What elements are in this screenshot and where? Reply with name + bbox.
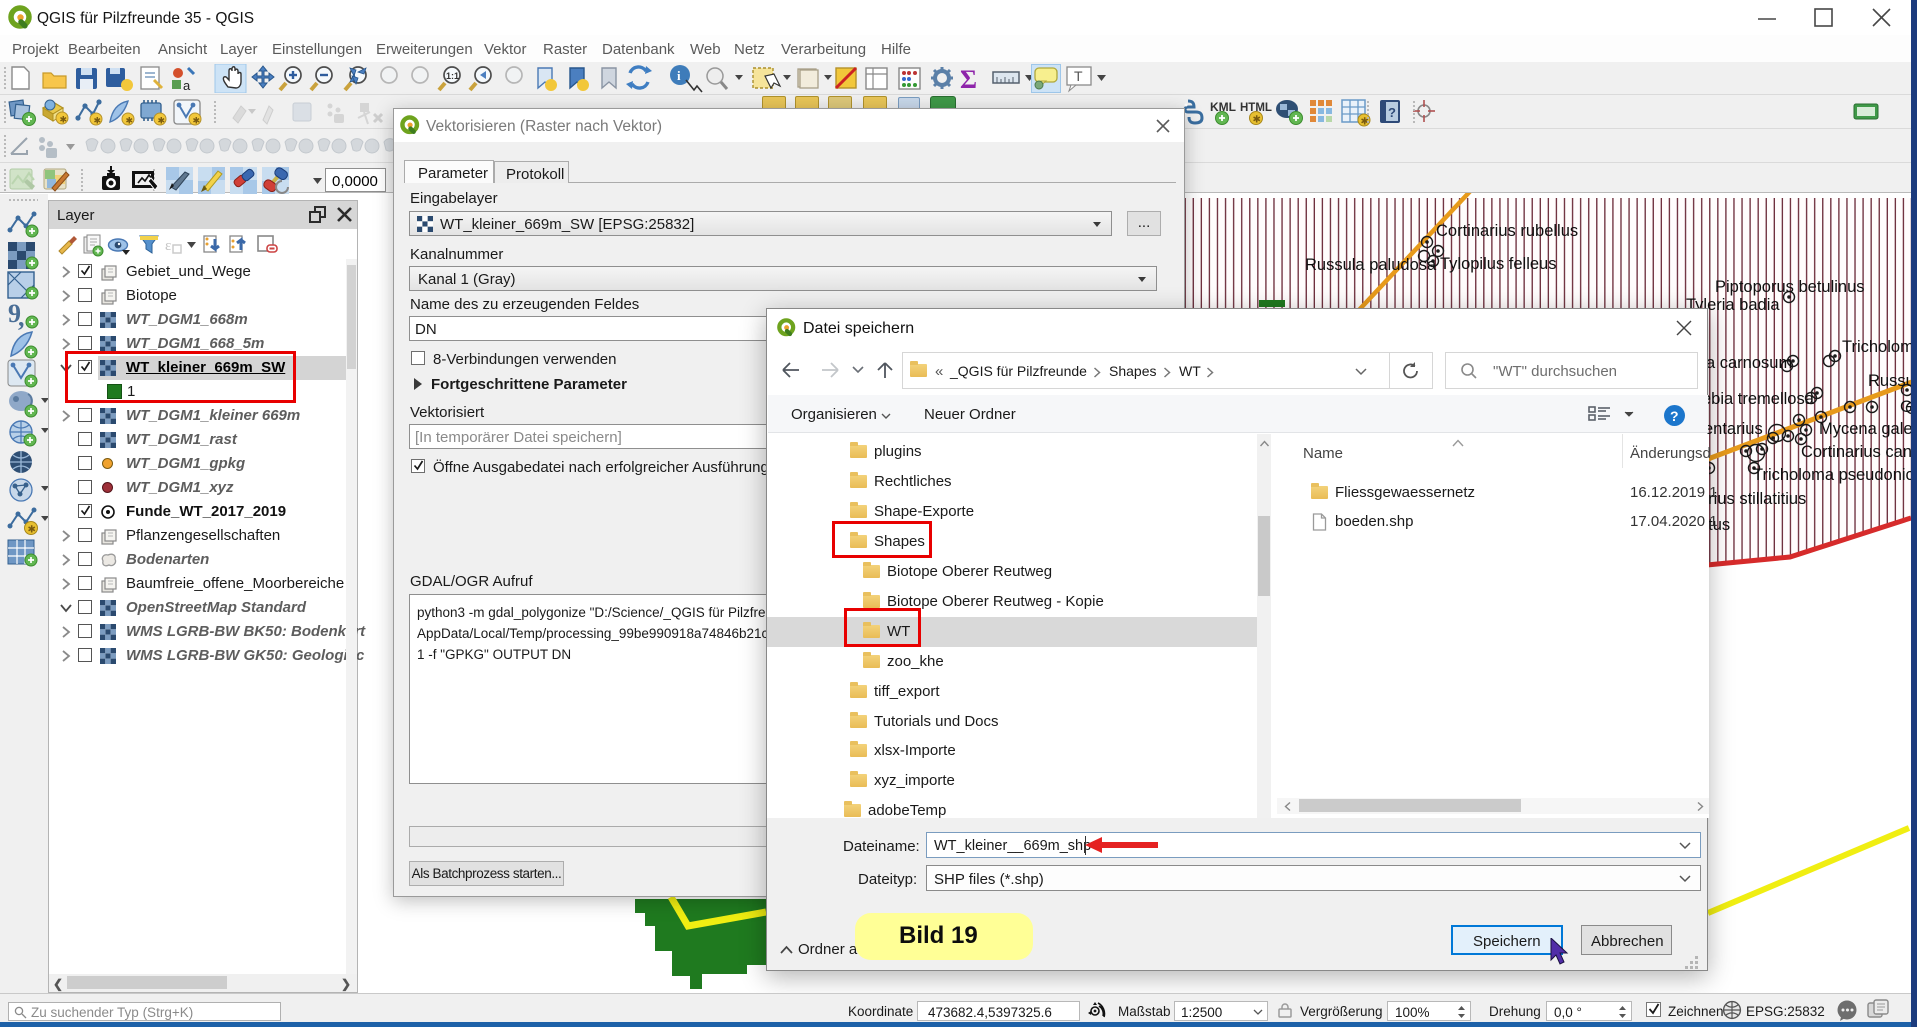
svg-text:G: G <box>1900 398 1911 416</box>
svg-text:a carnosum: a carnosum <box>1706 354 1792 372</box>
svg-text:✱: ✱ <box>28 525 36 536</box>
svg-text:Tylopilus felleus: Tylopilus felleus <box>1440 255 1556 273</box>
svg-text:✱: ✱ <box>193 116 201 126</box>
svg-text:✱: ✱ <box>94 116 102 126</box>
svg-text:Mycena galericulata: Mycena galericulata <box>1819 420 1911 438</box>
svg-text:Russula: Russula <box>1868 372 1911 390</box>
svg-text:✱: ✱ <box>126 116 134 126</box>
svg-text:✱: ✱ <box>158 116 166 126</box>
svg-text:?: ? <box>1388 105 1396 120</box>
svg-text:✱: ✱ <box>1253 115 1261 126</box>
svg-text:entarius: entarius <box>1704 420 1763 438</box>
svg-text:Tricholoma: Tricholoma <box>1842 338 1911 356</box>
svg-text:i: i <box>677 68 681 83</box>
svg-text:Russula paludosa: Russula paludosa <box>1305 256 1437 274</box>
svg-text:T: T <box>1074 68 1083 84</box>
svg-text:ebia tremellosa: ebia tremellosa <box>1702 390 1815 408</box>
svg-text:a: a <box>183 78 191 93</box>
svg-text:✱: ✱ <box>60 115 68 125</box>
svg-text:ε: ε <box>165 238 171 254</box>
svg-text:Σ: Σ <box>960 65 977 93</box>
svg-text:Tricholoma pseudonictitans: Tricholoma pseudonictitans <box>1753 466 1911 484</box>
svg-text:Piptoporus betulinus: Piptoporus betulinus <box>1715 278 1865 296</box>
svg-text:,: , <box>18 303 25 332</box>
svg-text:Cortinarius rubellus: Cortinarius rubellus <box>1436 222 1578 240</box>
svg-text:Cortinarius caninus: Cortinarius caninus <box>1801 443 1911 461</box>
svg-text:1:1: 1:1 <box>446 71 459 81</box>
